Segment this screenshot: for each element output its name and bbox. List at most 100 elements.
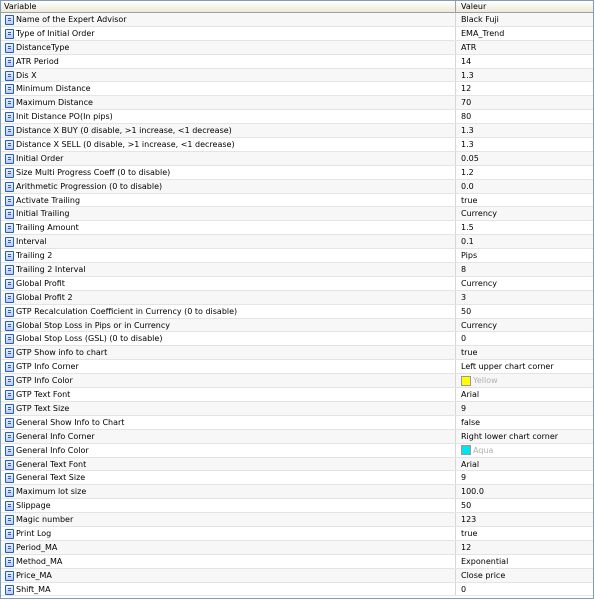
parameter-row[interactable]: Minimum Distance 12: [1, 82, 593, 97]
parameter-row[interactable]: Maximum Distance 70: [1, 96, 593, 111]
parameter-value-cell[interactable]: EMA_Trend: [457, 27, 593, 40]
parameter-value-cell[interactable]: 0: [457, 332, 593, 345]
column-header-variable[interactable]: Variable: [1, 1, 456, 12]
parameter-value-cell[interactable]: Currency: [457, 319, 593, 332]
parameter-row[interactable]: Initial Order 0.05: [1, 151, 593, 166]
parameter-row[interactable]: General Info Color Aqua: [1, 443, 593, 458]
parameter-row[interactable]: Type of Initial Order EMA_Trend: [1, 26, 593, 41]
parameter-name-cell: Global Profit: [1, 276, 456, 290]
parameter-value-cell[interactable]: Currency: [457, 277, 593, 290]
parameter-value-cell[interactable]: 3: [457, 291, 593, 304]
parameter-value-cell[interactable]: true: [457, 194, 593, 207]
parameter-icon: [5, 209, 14, 220]
parameter-row[interactable]: Global Profit 2 3: [1, 290, 593, 305]
parameter-row[interactable]: Magic number 123: [1, 513, 593, 527]
parameter-value-cell[interactable]: Currency: [457, 207, 593, 220]
parameter-row[interactable]: GTP Show info to chart true: [1, 346, 593, 361]
parameter-name: Slippage: [16, 501, 51, 511]
parameter-value: 9: [461, 403, 467, 413]
parameter-value-cell[interactable]: ATR: [457, 41, 593, 54]
parameter-value: 1.2: [461, 167, 474, 177]
parameter-value-cell[interactable]: Left upper chart corner: [457, 360, 593, 373]
parameter-row[interactable]: Name of the Expert Advisor Black Fuji: [1, 13, 593, 27]
parameter-value-cell[interactable]: 9: [457, 471, 593, 484]
parameter-row[interactable]: Global Stop Loss in Pips or in Currency C…: [1, 318, 593, 333]
parameter-value-cell[interactable]: 123: [457, 513, 593, 526]
parameter-row[interactable]: Global Profit Currency: [1, 276, 593, 291]
parameter-value-cell[interactable]: Arial: [457, 388, 593, 401]
parameter-row[interactable]: GTP Recalculation Coefficient in Currenc…: [1, 304, 593, 319]
parameter-row[interactable]: Distance X SELL (0 disable, >1 increase,…: [1, 138, 593, 152]
parameter-row[interactable]: Global Stop Loss (GSL) (0 to disable) 0: [1, 332, 593, 347]
parameter-value-cell[interactable]: 50: [457, 305, 593, 318]
parameter-value-cell[interactable]: 50: [457, 499, 593, 512]
parameter-icon: [5, 56, 14, 67]
parameter-name-cell: Method_MA: [1, 554, 456, 568]
parameter-name-cell: General Info Color: [1, 443, 456, 457]
parameter-row[interactable]: Period_MA 12: [1, 540, 593, 555]
parameter-value-cell[interactable]: Close price: [457, 569, 593, 582]
parameter-value-cell[interactable]: 8: [457, 263, 593, 276]
parameter-row[interactable]: Price_MA Close price: [1, 568, 593, 583]
parameter-value-cell[interactable]: 0: [457, 583, 593, 596]
parameter-row[interactable]: Trailing 2 Interval 8: [1, 263, 593, 277]
parameter-row[interactable]: Interval 0.1: [1, 235, 593, 250]
parameter-value-cell[interactable]: Aqua: [457, 444, 593, 457]
parameter-row[interactable]: Size Multi Progress Coeff (0 to disable)…: [1, 165, 593, 180]
parameter-row[interactable]: Method_MA Exponential: [1, 554, 593, 569]
parameter-rows: Name of the Expert Advisor Black Fuji Type…: [1, 13, 593, 597]
parameter-row[interactable]: ATR Period 14: [1, 54, 593, 69]
parameter-row[interactable]: Print Log true: [1, 526, 593, 541]
parameter-row[interactable]: Shift_MA 0: [1, 582, 593, 597]
parameter-value-cell[interactable]: 12: [457, 541, 593, 554]
parameter-row[interactable]: GTP Text Size 9: [1, 401, 593, 416]
parameter-value-cell[interactable]: Right lower chart corner: [457, 430, 593, 443]
parameter-value-cell[interactable]: 70: [457, 96, 593, 109]
parameter-row[interactable]: Maximum lot size 100.0: [1, 485, 593, 500]
parameter-value-cell[interactable]: 12: [457, 82, 593, 95]
parameter-row[interactable]: Dis X 1.3: [1, 68, 593, 83]
parameter-row[interactable]: General Text Font Arial: [1, 457, 593, 472]
parameter-row[interactable]: Distance X BUY (0 disable, >1 increase, …: [1, 124, 593, 139]
parameter-value-cell[interactable]: 1.3: [457, 69, 593, 82]
parameter-value-cell[interactable]: Arial: [457, 458, 593, 471]
parameter-value-cell[interactable]: 0.05: [457, 152, 593, 165]
parameter-value-cell[interactable]: Black Fuji: [457, 13, 593, 26]
parameter-value-cell[interactable]: Pips: [457, 249, 593, 262]
parameter-name: Maximum Distance: [16, 98, 93, 108]
parameter-row[interactable]: GTP Text Font Arial: [1, 388, 593, 402]
parameter-value-cell[interactable]: Exponential: [457, 555, 593, 568]
parameter-value-cell[interactable]: 1.5: [457, 221, 593, 234]
parameter-value-cell[interactable]: 80: [457, 110, 593, 123]
parameter-name: Trailing 2 Interval: [16, 265, 86, 275]
parameter-value-cell[interactable]: true: [457, 346, 593, 359]
parameter-value-cell[interactable]: true: [457, 527, 593, 540]
parameter-row[interactable]: General Info Corner Right lower chart cor…: [1, 429, 593, 444]
parameter-value-cell[interactable]: Yellow: [457, 374, 593, 387]
parameter-name-cell: Trailing 2 Interval: [1, 263, 456, 276]
parameter-value-cell[interactable]: 14: [457, 55, 593, 68]
parameter-row[interactable]: Trailing Amount 1.5: [1, 221, 593, 236]
parameter-value-cell[interactable]: 0.1: [457, 235, 593, 248]
parameter-row[interactable]: Init Distance PO(In pips) 80: [1, 110, 593, 125]
parameter-value-cell[interactable]: false: [457, 416, 593, 429]
parameter-row[interactable]: Arithmetic Progression (0 to disable) 0.0: [1, 179, 593, 194]
parameter-value-cell[interactable]: 9: [457, 402, 593, 415]
column-header-value[interactable]: Valeur: [456, 1, 593, 12]
parameter-row[interactable]: GTP Info Corner Left upper chart corner: [1, 360, 593, 375]
parameter-row[interactable]: GTP Info Color Yellow: [1, 374, 593, 389]
parameter-value-cell[interactable]: 1.3: [457, 124, 593, 137]
parameter-name-cell: Period_MA: [1, 540, 456, 554]
parameter-row[interactable]: Activate Trailing true: [1, 193, 593, 208]
parameter-row[interactable]: Trailing 2 Pips: [1, 249, 593, 264]
parameter-value-cell[interactable]: 100.0: [457, 485, 593, 498]
parameter-row[interactable]: Slippage 50: [1, 499, 593, 514]
parameter-value-cell[interactable]: 0.0: [457, 180, 593, 193]
parameter-value: 50: [461, 306, 472, 316]
parameter-value-cell[interactable]: 1.3: [457, 138, 593, 151]
parameter-value-cell[interactable]: 1.2: [457, 166, 593, 179]
parameter-row[interactable]: DistanceType ATR: [1, 40, 593, 55]
parameter-row[interactable]: Initial Trailing Currency: [1, 207, 593, 222]
parameter-row[interactable]: General Show Info to Chart false: [1, 415, 593, 430]
parameter-row[interactable]: General Text Size 9: [1, 471, 593, 486]
